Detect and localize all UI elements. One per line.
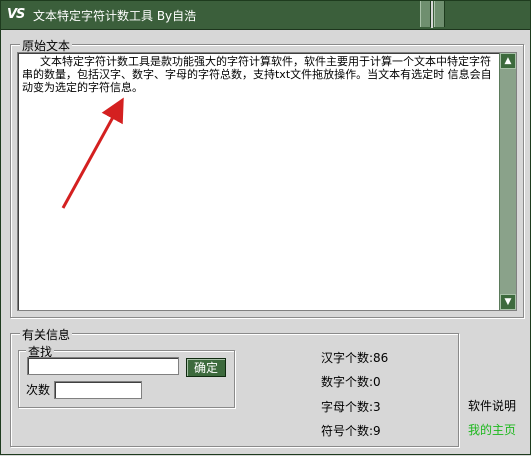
homepage-link[interactable]: 我的主页 — [468, 421, 516, 438]
scroll-down-button[interactable]: ▼ — [500, 294, 516, 310]
close-button[interactable] — [434, 1, 445, 27]
scroll-up-button[interactable]: ▲ — [500, 53, 516, 69]
text-vertical-scrollbar[interactable]: ▲ ▼ — [499, 53, 516, 310]
search-input[interactable] — [27, 357, 179, 375]
original-text-area[interactable]: 文本特定字符计数工具是款功能强大的字符计算软件，软件主要用于计算一个文本中特定字… — [17, 52, 517, 311]
count-label: 次数 — [26, 383, 51, 397]
hanzi-count: 汉字个数:86 — [321, 351, 389, 365]
digit-count: 数字个数:0 — [321, 375, 381, 389]
app-window: VS 文本特定字符计数工具 By自浩 原始文本 文本特定字符计数工具是款功能强大… — [0, 0, 531, 455]
symbol-count: 符号个数:9 — [321, 424, 381, 438]
original-text-content: 文本特定字符计数工具是款功能强大的字符计算软件，软件主要用于计算一个文本中特定字… — [22, 55, 492, 94]
titlebar-divider — [431, 1, 433, 28]
minimize-button[interactable] — [420, 1, 431, 27]
confirm-button[interactable]: 确定 — [186, 358, 226, 377]
help-link[interactable]: 软件说明 — [468, 397, 516, 414]
count-field[interactable] — [54, 381, 142, 399]
info-label: 有关信息 — [20, 326, 73, 343]
app-logo-icon: VS — [7, 7, 25, 22]
title-bar[interactable]: VS 文本特定字符计数工具 By自浩 — [1, 1, 530, 30]
window-title: 文本特定字符计数工具 By自浩 — [33, 9, 197, 23]
letter-count: 字母个数:3 — [321, 400, 381, 414]
